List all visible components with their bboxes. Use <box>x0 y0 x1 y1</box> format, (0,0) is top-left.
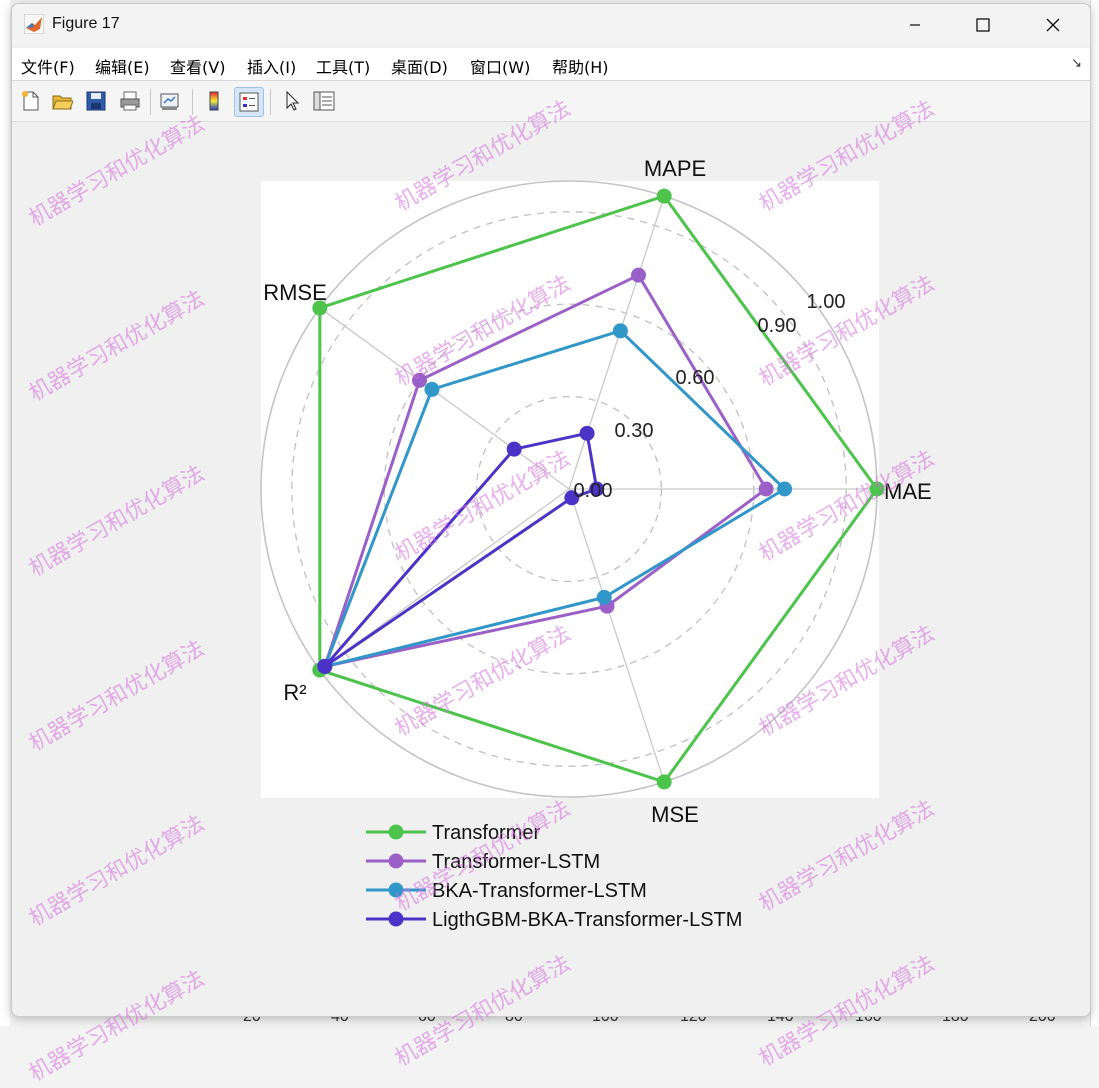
axis-label: R² <box>283 680 306 705</box>
title-bar[interactable]: Figure 17 <box>12 4 1090 46</box>
legend-icon <box>239 92 259 112</box>
maximize-icon <box>976 18 990 32</box>
legend-label: Transformer <box>432 822 541 844</box>
toolbar <box>12 81 1090 122</box>
menu-bar: 文件(F) 编辑(E) 查看(V) 插入(I) 工具(T) 桌面(D) 窗口(W… <box>12 48 1090 81</box>
minimize-icon <box>910 24 920 26</box>
data-point <box>777 481 793 497</box>
menu-file[interactable]: 文件(F) <box>21 54 75 78</box>
close-icon <box>1046 18 1060 32</box>
colorbar-icon <box>209 91 219 111</box>
radial-tick-label: 0.30 <box>615 420 654 442</box>
matlab-logo-icon <box>24 14 44 34</box>
data-point <box>579 425 595 441</box>
window-title: Figure 17 <box>52 15 120 32</box>
legend-label: LigthGBM-BKA-Transformer-LSTM <box>432 909 742 931</box>
axis-label: MAPE <box>644 156 706 181</box>
radial-tick-label: 0.60 <box>676 367 715 389</box>
dock-arrow-icon[interactable]: ↘ <box>1071 56 1082 71</box>
data-point <box>869 481 885 497</box>
link-icon <box>160 93 179 110</box>
figure-window: Figure 17 文件(F) 编辑(E) 查看(V) 插入(I) 工具(T) … <box>11 3 1091 1017</box>
axis-label: MSE <box>651 802 699 827</box>
axis-label: RMSE <box>263 280 327 305</box>
pointer-icon <box>286 90 300 111</box>
close-button[interactable] <box>1030 4 1076 46</box>
print-icon <box>120 91 140 111</box>
minimize-button[interactable] <box>892 4 938 46</box>
radial-tick-label: 0.90 <box>758 315 797 337</box>
menu-edit[interactable]: 编辑(E) <box>95 54 150 78</box>
menu-insert[interactable]: 插入(I) <box>247 54 296 78</box>
radar-chart[interactable]: 0.30 0.60 0.90 1.00 0.00 MAE MAPE RMSE R² MSE Tran… <box>12 122 1090 1016</box>
axis-label: MAE <box>884 479 932 504</box>
open-icon <box>52 95 73 110</box>
new-figure-icon <box>22 91 39 111</box>
insert-colorbar-button[interactable] <box>200 87 228 115</box>
property-inspector-button[interactable] <box>310 87 338 115</box>
legend-label: Transformer-LSTM <box>432 851 600 873</box>
data-point <box>612 323 628 339</box>
menu-help[interactable]: 帮助(H) <box>552 54 609 78</box>
link-plot-button[interactable] <box>156 87 184 115</box>
legend-marker <box>388 882 404 898</box>
data-point <box>758 481 774 497</box>
legend-marker <box>388 853 404 869</box>
data-point <box>656 188 672 204</box>
menu-desktop[interactable]: 桌面(D) <box>391 54 448 78</box>
menu-tools[interactable]: 工具(T) <box>316 54 370 78</box>
radial-tick-label: 0.00 <box>574 480 613 502</box>
edit-plot-pointer-button[interactable] <box>278 87 306 115</box>
data-point <box>656 774 672 790</box>
data-point <box>506 441 522 457</box>
data-point <box>630 267 646 283</box>
legend-marker <box>388 911 404 927</box>
property-inspector-icon <box>313 91 335 111</box>
legend-marker <box>388 824 404 840</box>
maximize-button[interactable] <box>960 4 1006 46</box>
open-file-button[interactable] <box>48 87 76 115</box>
save-icon <box>86 91 106 111</box>
new-figure-button[interactable] <box>16 87 44 115</box>
figure-canvas: 0.30 0.60 0.90 1.00 0.00 MAE MAPE RMSE R² MSE Tran… <box>12 122 1090 1016</box>
data-point <box>411 372 427 388</box>
save-button[interactable] <box>82 87 110 115</box>
background-window-edge-left <box>0 0 10 1026</box>
legend-label: BKA-Transformer-LSTM <box>432 880 647 902</box>
data-point <box>596 589 612 605</box>
insert-legend-button[interactable] <box>234 87 264 117</box>
menu-window[interactable]: 窗口(W) <box>470 54 530 78</box>
background-window-edge-right <box>1090 0 1099 1026</box>
radial-tick-label: 1.00 <box>807 291 846 313</box>
data-point <box>424 381 440 397</box>
data-point <box>317 658 333 674</box>
print-button[interactable] <box>116 87 144 115</box>
menu-view[interactable]: 查看(V) <box>170 54 225 78</box>
